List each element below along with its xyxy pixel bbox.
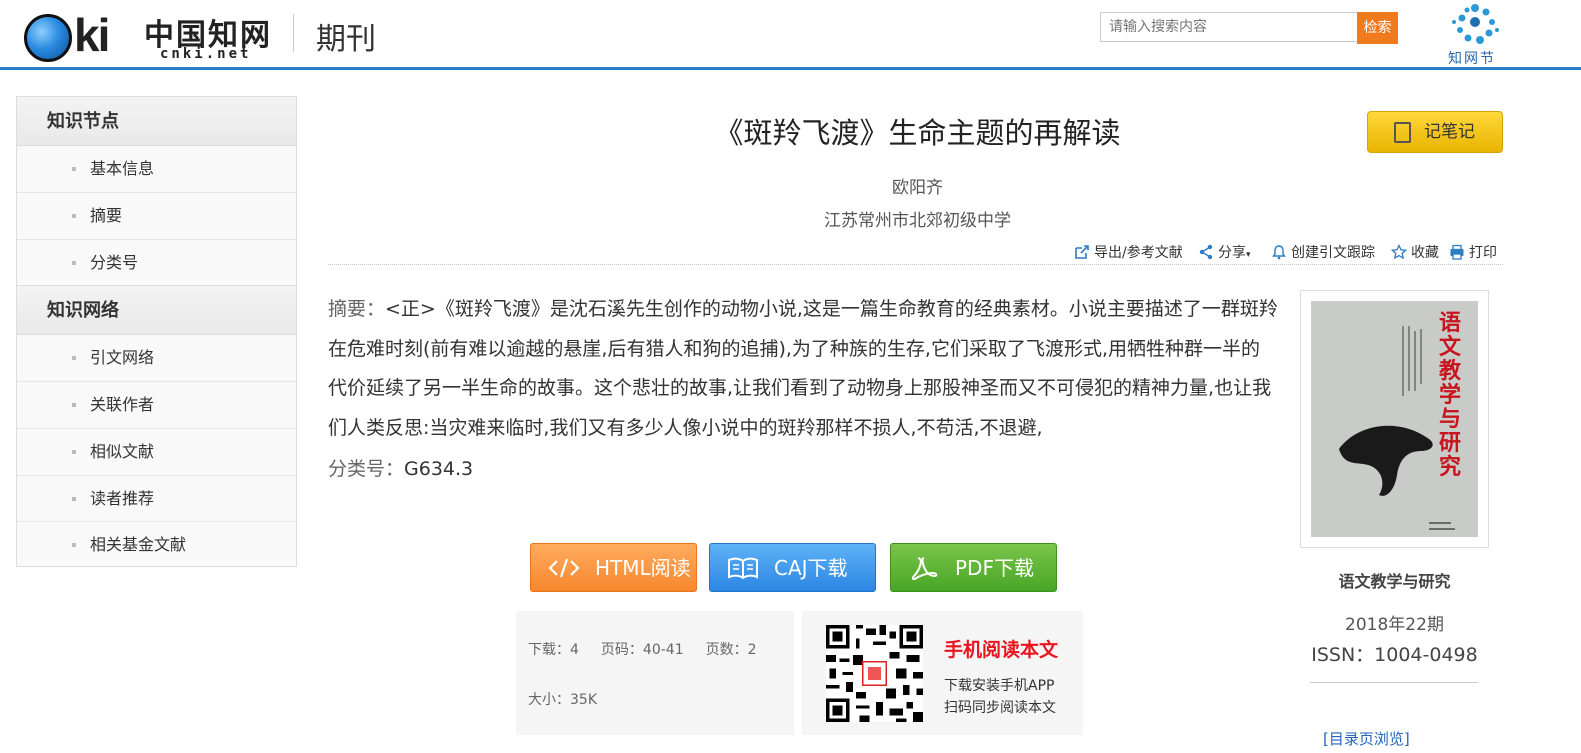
- article-stats-box: 下载：4 页码：40-41 页数：2 大小：35K: [516, 611, 794, 735]
- share-button[interactable]: 分享▾: [1198, 242, 1251, 262]
- html-read-label: HTML阅读: [595, 556, 691, 580]
- sidebar-item-label: 相似文献: [90, 441, 155, 461]
- take-note-button[interactable]: 记笔记: [1367, 111, 1503, 153]
- sidebar-item-basic-info[interactable]: 基本信息: [17, 146, 296, 193]
- article-author[interactable]: 欧阳齐: [330, 173, 1505, 198]
- header-divider: [293, 14, 294, 52]
- sidebar-item-label: 引文网络: [90, 348, 155, 368]
- sidebar-item-citation-network[interactable]: 引文网络: [17, 335, 296, 382]
- sidebar-item-label: 摘要: [90, 205, 123, 225]
- classification-code[interactable]: G634.3: [404, 458, 473, 480]
- sidebar-item-classification[interactable]: 分类号: [17, 240, 296, 287]
- abstract-text: <正>《斑羚飞渡》是沈石溪先生创作的动物小说,这是一篇生命教育的经典素材。小说主…: [328, 298, 1278, 439]
- cover-leaf-artwork: [1339, 326, 1455, 530]
- site-header: ki 中国知网 cnki.net 期刊 检索 知网节: [0, 0, 1581, 70]
- sidebar-item-abstract[interactable]: 摘要: [17, 193, 296, 240]
- article-title: 《斑羚飞渡》生命主题的再解读: [714, 116, 1121, 150]
- journal-cover-image: 语文教学与研究: [1311, 301, 1478, 537]
- favorite-label: 收藏: [1411, 245, 1439, 261]
- zhiwangjie-label: 知网节: [1448, 51, 1496, 67]
- article-toolbar: 导出/参考文献 分享▾ 创建引文跟踪 收藏 打印: [328, 240, 1503, 265]
- pdf-icon: [911, 557, 938, 580]
- abstract-block: 摘要：<正>《斑羚飞渡》是沈石溪先生创作的动物小说,这是一篇生命教育的经典素材。…: [328, 290, 1278, 448]
- section-title: 期刊: [316, 22, 376, 57]
- globe-icon: [24, 14, 72, 62]
- bullet-icon: [72, 167, 76, 171]
- sidebar: 知识节点 基本信息 摘要 分类号 知识网络 引文网络 关联作者 相似文献 读者推…: [16, 96, 297, 567]
- pdf-download-label: PDF下载: [955, 556, 1034, 580]
- sidebar-item-fund-docs[interactable]: 相关基金文献: [17, 522, 296, 569]
- page-count: 页数：2: [705, 642, 757, 658]
- sidebar-item-label: 基本信息: [90, 159, 155, 178]
- sidebar-item-similar-docs[interactable]: 相似文献: [17, 429, 296, 476]
- file-size: 大小：35K: [528, 692, 597, 708]
- html-read-button[interactable]: HTML阅读: [530, 543, 697, 592]
- page-range: 页码：40-41: [600, 642, 684, 658]
- sidebar-item-label: 分类号: [90, 252, 139, 272]
- export-references-button[interactable]: 导出/参考文献: [1074, 242, 1183, 262]
- mobile-read-box: 手机阅读本文 下载安装手机APP 扫码同步阅读本文: [802, 611, 1083, 735]
- sidebar-heading-knowledge-network[interactable]: 知识网络: [17, 286, 296, 336]
- caj-download-label: CAJ下载: [774, 556, 848, 580]
- pdf-download-button[interactable]: PDF下载: [890, 543, 1057, 592]
- classification-line: 分类号：G634.3: [328, 450, 473, 490]
- code-icon: [548, 558, 580, 578]
- mobile-read-title: 手机阅读本文: [944, 639, 1059, 661]
- abstract-label: 摘要：: [328, 298, 386, 320]
- print-label: 打印: [1469, 245, 1497, 261]
- logo-ki-text: ki: [74, 9, 110, 61]
- logo-domain-text: cnki.net: [160, 46, 252, 62]
- search-input[interactable]: [1100, 12, 1358, 42]
- take-note-label: 记笔记: [1424, 122, 1475, 142]
- print-button[interactable]: 打印: [1449, 242, 1497, 262]
- bullet-icon: [72, 213, 76, 218]
- sidebar-item-label: 关联作者: [90, 395, 155, 414]
- chevron-down-icon: ▾: [1246, 250, 1251, 260]
- share-icon: [1199, 244, 1213, 260]
- star-icon: [1391, 244, 1407, 260]
- export-icon: [1075, 245, 1089, 259]
- journal-cover-frame[interactable]: 语文教学与研究: [1300, 290, 1489, 548]
- caj-download-button[interactable]: CAJ下载: [709, 543, 876, 592]
- journal-divider: [1310, 682, 1478, 683]
- sidebar-item-label: 相关基金文献: [90, 535, 187, 555]
- favorite-button[interactable]: 收藏: [1391, 242, 1439, 262]
- search-button[interactable]: 检索: [1357, 12, 1398, 44]
- notebook-icon: [1394, 122, 1411, 143]
- qr-code-icon: [826, 625, 923, 722]
- bell-icon: [1272, 245, 1286, 260]
- open-book-icon: [728, 557, 758, 580]
- sidebar-heading-knowledge-node[interactable]: 知识节点: [17, 97, 296, 146]
- bullet-icon: [72, 260, 76, 265]
- toc-browse-link[interactable]: [目录页浏览]: [1323, 728, 1410, 749]
- sidebar-item-label: 读者推荐: [90, 488, 155, 508]
- cnki-logo[interactable]: ki 中国知网 cnki.net: [20, 6, 272, 64]
- mobile-read-line1: 下载安装手机APP: [944, 678, 1055, 694]
- sidebar-item-related-authors[interactable]: 关联作者: [17, 382, 296, 429]
- journal-issn: ISSN：1004-0498: [1311, 644, 1478, 666]
- bullet-icon: [72, 403, 76, 407]
- mobile-read-line2: 扫码同步阅读本文: [944, 700, 1056, 716]
- journal-name[interactable]: 语文教学与研究: [1300, 568, 1489, 592]
- bullet-icon: [72, 496, 76, 501]
- export-label: 导出/参考文献: [1094, 245, 1183, 261]
- classification-label: 分类号：: [328, 458, 405, 480]
- journal-issue[interactable]: 2018年22期: [1300, 610, 1489, 635]
- citation-tracking-label: 创建引文跟踪: [1291, 245, 1375, 261]
- create-citation-tracking-button[interactable]: 创建引文跟踪: [1271, 242, 1375, 262]
- bullet-icon: [72, 356, 76, 361]
- article-organization[interactable]: 江苏常州市北郊初级中学: [330, 206, 1505, 231]
- bullet-icon: [72, 543, 76, 548]
- bullet-icon: [72, 449, 76, 454]
- download-count: 下载：4: [528, 642, 579, 658]
- share-label: 分享: [1218, 245, 1246, 261]
- sidebar-item-reader-recommend[interactable]: 读者推荐: [17, 476, 296, 523]
- printer-icon: [1450, 244, 1464, 260]
